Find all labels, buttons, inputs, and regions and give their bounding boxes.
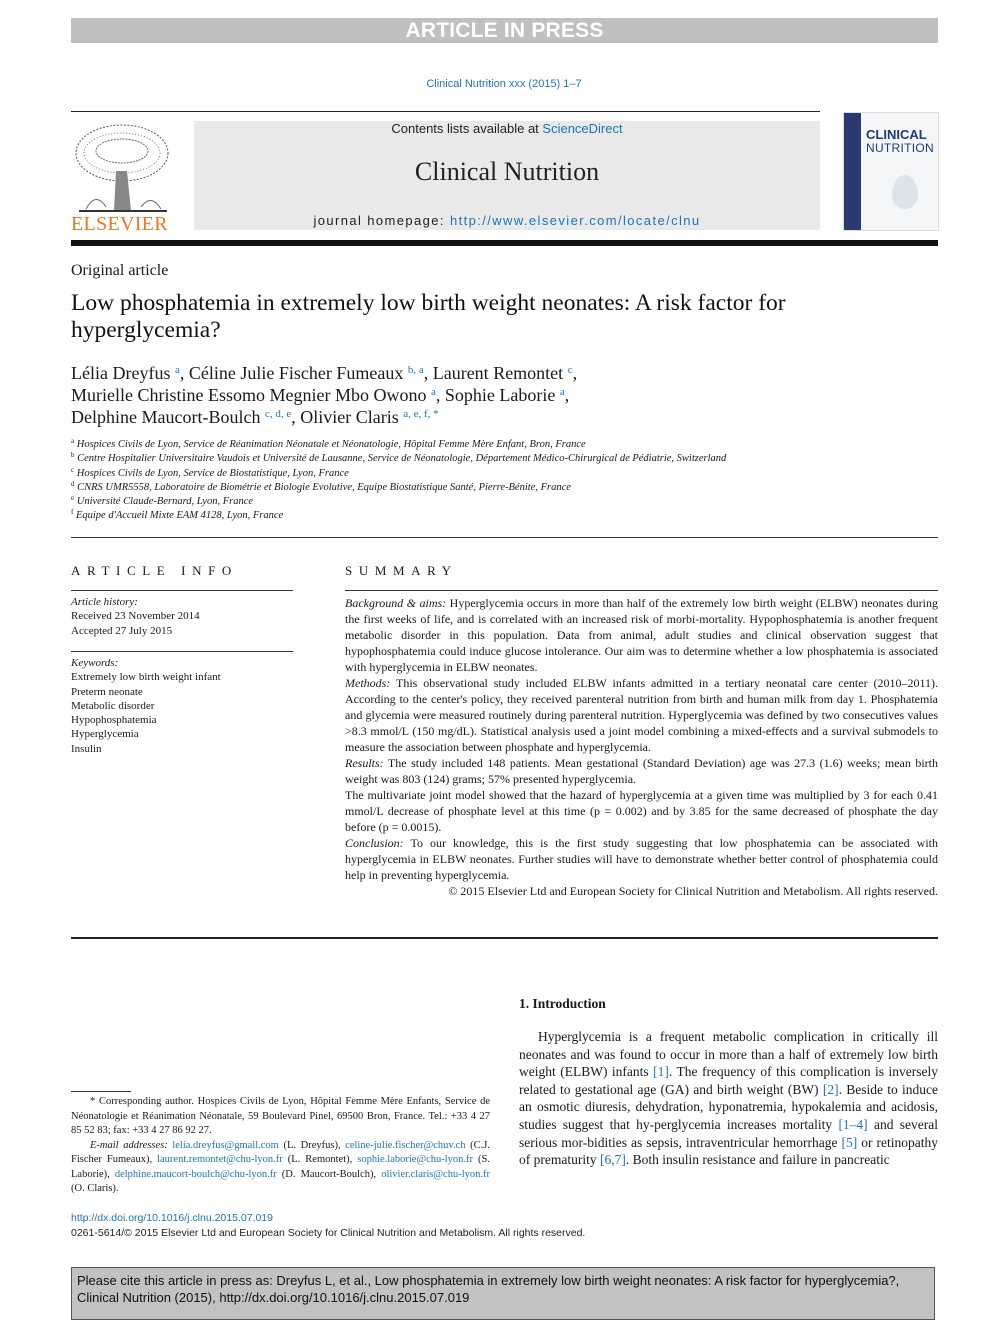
journal-header: Contents lists available at ScienceDirec… <box>194 121 820 230</box>
article-history-label: Article history: <box>71 596 138 608</box>
header-thick-rule <box>71 240 938 246</box>
author-list: Lélia Dreyfus a, Céline Julie Fischer Fu… <box>71 363 578 427</box>
summary-results-cont: The multivariate joint model showed that… <box>345 788 938 834</box>
author[interactable]: Laurent Remontet c <box>433 363 573 383</box>
affiliation-item: c Hospices Civils de Lyon, Service de Bi… <box>71 465 349 479</box>
article-title: Low phosphatemia in extremely low birth … <box>71 290 786 343</box>
summary-rule <box>345 590 938 591</box>
sciencedirect-link[interactable]: ScienceDirect <box>542 121 622 136</box>
journal-reference-link[interactable]: Clinical Nutrition xxx (2015) 1–7 <box>0 78 992 90</box>
summary-background: Background & aims: Hyperglycemia occurs … <box>345 596 938 674</box>
keyword: Extremely low birth weight infant <box>71 671 221 684</box>
affiliation-item: d CNRS UMR5558, Laboratoire de Biométrie… <box>71 479 571 493</box>
citation-link[interactable]: [5] <box>842 1135 858 1150</box>
summary-heading: SUMMARY <box>345 563 458 578</box>
author[interactable]: Murielle Christine Essomo Megnier Mbo Ow… <box>71 385 436 405</box>
keyword: Preterm neonate <box>71 685 143 698</box>
journal-title: Clinical Nutrition <box>414 157 600 186</box>
elsevier-wordmark: ELSEVIER <box>71 213 168 235</box>
citation-box: Please cite this article in press as: Dr… <box>71 1267 935 1320</box>
email-link[interactable]: sophie.laborie@chu-lyon.fr <box>357 1154 473 1165</box>
keyword: Metabolic disorder <box>71 699 155 712</box>
corresponding-author-footnote: * Corresponding author. Hospices Civils … <box>71 1095 490 1197</box>
email-addresses: E-mail addresses: lelia.dreyfus@gmail.co… <box>71 1139 491 1195</box>
summary-methods: Methods: This observational study includ… <box>345 676 938 754</box>
citation-link[interactable]: [1] <box>653 1064 669 1079</box>
author[interactable]: Sophie Laborie a <box>445 385 565 405</box>
keyword: Insulin <box>71 742 102 755</box>
affiliation-item: a Hospices Civils de Lyon, Service de Ré… <box>71 437 586 451</box>
article-info-heading: ARTICLE INFO <box>71 563 238 578</box>
journal-cover-thumbnail[interactable]: CLINICAL NUTRITION <box>843 112 939 231</box>
keywords-label: Keywords: <box>71 657 119 669</box>
author-affiliation-ref[interactable]: b, a <box>408 364 424 376</box>
cover-title-line1: CLINICAL <box>866 127 927 142</box>
issn-copyright: 0261-5614/© 2015 Elsevier Ltd and Europe… <box>71 1227 586 1239</box>
email-link[interactable]: laurent.remontet@chu-lyon.fr <box>157 1154 283 1165</box>
keyword: Hyperglycemia <box>71 728 139 741</box>
accepted-date: Accepted 27 July 2015 <box>71 624 173 637</box>
received-date: Received 23 November 2014 <box>71 610 200 623</box>
section-divider <box>71 537 938 538</box>
article-history: Article history: Received 23 November 20… <box>71 595 301 638</box>
article-in-press-banner: ARTICLE IN PRESS <box>71 18 938 43</box>
citation-link[interactable]: [2] <box>823 1082 839 1097</box>
author[interactable]: Olivier Claris a, e, f, * <box>300 407 438 427</box>
author[interactable]: Delphine Maucort-Boulch c, d, e <box>71 407 291 427</box>
summary-results: Results: The study included 148 patients… <box>345 756 938 786</box>
journal-homepage-link[interactable]: http://www.elsevier.com/locate/clnu <box>450 213 701 228</box>
introduction-paragraph: Hyperglycemia is a frequent metabolic co… <box>519 1029 938 1168</box>
introduction-heading: 1. Introduction <box>519 996 606 1011</box>
keyword: Hypophosphatemia <box>71 714 157 727</box>
author-affiliation-ref[interactable]: c, d, e <box>265 408 291 420</box>
affiliation-item: f Equipe d'Accueil Mixte EAM 4128, Lyon,… <box>71 508 284 522</box>
citation-link[interactable]: [6,7] <box>600 1152 626 1167</box>
keywords-rule <box>71 651 293 652</box>
email-link[interactable]: lelia.dreyfus@gmail.com <box>172 1140 278 1151</box>
summary-copyright: © 2015 Elsevier Ltd and European Society… <box>448 884 938 898</box>
email-link[interactable]: celine-julie.fischer@chuv.ch <box>345 1140 465 1151</box>
email-link[interactable]: delphine.maucort-boulch@chu-lyon.fr <box>115 1169 277 1180</box>
elsevier-tree-icon <box>75 124 169 212</box>
affiliation-item: e Université Claude-Bernard, Lyon, Franc… <box>71 494 254 508</box>
author[interactable]: Lélia Dreyfus a <box>71 363 180 383</box>
email-link[interactable]: olivier.claris@chu-lyon.fr <box>381 1169 490 1180</box>
corresponding-author-text: * Corresponding author. Hospices Civils … <box>71 1096 490 1136</box>
abstract-end-rule <box>71 937 938 939</box>
affiliation-list: a Hospices Civils de Lyon, Service de Ré… <box>71 438 931 524</box>
doi-link[interactable]: http://dx.doi.org/10.1016/j.clnu.2015.07… <box>71 1212 273 1224</box>
article-info-rule <box>71 590 293 591</box>
author-affiliation-ref[interactable]: a, e, f, * <box>403 408 438 420</box>
cover-title-line2: NUTRITION <box>866 141 935 155</box>
header-top-rule <box>71 111 820 112</box>
citation-link[interactable]: [1–4] <box>838 1117 867 1132</box>
cover-drop-icon <box>892 175 918 209</box>
article-type: Original article <box>71 262 169 279</box>
contents-line: Contents lists available at ScienceDirec… <box>391 121 623 136</box>
elsevier-logo[interactable]: ELSEVIER <box>71 121 173 236</box>
journal-homepage: journal homepage: http://www.elsevier.co… <box>313 213 701 228</box>
footnote-rule <box>71 1091 131 1092</box>
summary-conclusion: Conclusion: To our knowledge, this is th… <box>345 836 938 882</box>
author[interactable]: Céline Julie Fischer Fumeaux b, a <box>189 363 424 383</box>
keywords: Keywords: Extremely low birth weight inf… <box>71 656 301 756</box>
summary-abstract: Background & aims: Hyperglycemia occurs … <box>345 595 938 899</box>
affiliation-item: b Centre Hospitalier Universitaire Vaudo… <box>71 451 727 465</box>
